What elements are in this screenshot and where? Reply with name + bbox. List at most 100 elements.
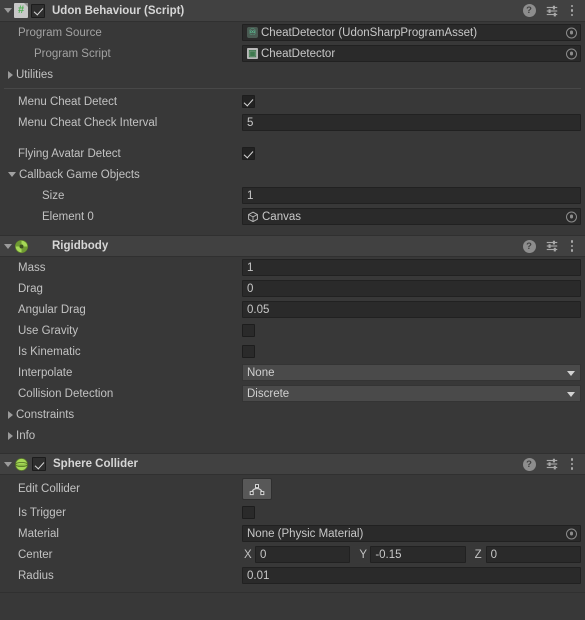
component-context-menu-icon[interactable] <box>568 240 577 252</box>
property-label-collision-detection: Collision Detection <box>18 387 114 400</box>
text-field-mass[interactable]: 1 <box>242 259 581 276</box>
component-header-udon-behaviour[interactable]: # Udon Behaviour (Script) ? <box>0 0 585 22</box>
object-field-value-program-source: CheatDetector (UdonSharpProgramAsset) <box>261 26 478 39</box>
text-field-center-z[interactable]: 0 <box>485 546 581 563</box>
preset-settings-icon[interactable] <box>545 239 559 253</box>
object-picker-icon-material[interactable] <box>566 528 577 539</box>
foldout-label-constraints: Constraints <box>16 408 75 421</box>
property-label-angular-drag: Angular Drag <box>18 303 86 316</box>
foldout-arrow-utilities[interactable] <box>8 70 13 79</box>
property-label-center: Center <box>18 548 53 561</box>
property-row-interpolate: Interpolate None <box>0 362 585 383</box>
text-field-size[interactable]: 1 <box>242 187 581 204</box>
property-label-menu-cheat-detect: Menu Cheat Detect <box>18 95 118 108</box>
checkbox-use-gravity[interactable] <box>242 324 255 337</box>
property-label-edit-collider: Edit Collider <box>18 482 80 495</box>
help-icon[interactable]: ? <box>522 239 536 253</box>
object-field-value-material: None (Physic Material) <box>247 527 364 540</box>
property-label-menu-cheat-check-interval: Menu Cheat Check Interval <box>18 116 158 129</box>
foldout-arrow-info[interactable] <box>8 431 13 440</box>
dropdown-value-interpolate: None <box>247 366 275 379</box>
preset-settings-icon[interactable] <box>545 4 559 18</box>
property-row-element-0: Element 0 Canvas <box>0 206 585 227</box>
checkbox-menu-cheat-detect[interactable] <box>242 95 255 108</box>
axis-label-z: Z <box>474 548 482 561</box>
dropdown-interpolate[interactable]: None <box>242 364 581 381</box>
edit-collider-button[interactable] <box>242 477 272 500</box>
property-label-material: Material <box>18 527 59 540</box>
text-field-center-y[interactable]: -0.15 <box>370 546 466 563</box>
help-icon[interactable]: ? <box>522 4 536 17</box>
property-label-interpolate: Interpolate <box>18 366 73 379</box>
text-field-drag[interactable]: 0 <box>242 280 581 297</box>
foldout-row-utilities[interactable]: Utilities <box>0 64 585 85</box>
enable-checkbox-sphere-collider[interactable] <box>32 457 46 471</box>
object-field-program-source[interactable]: ♾ CheatDetector (UdonSharpProgramAsset) <box>242 24 581 41</box>
property-row-angular-drag: Angular Drag 0.05 <box>0 299 585 320</box>
chevron-down-icon <box>567 391 575 397</box>
property-row-size: Size 1 <box>0 185 585 206</box>
foldout-row-callback-game-objects[interactable]: Callback Game Objects <box>0 164 585 185</box>
bottom-separator <box>0 592 585 593</box>
foldout-row-info[interactable]: Info <box>0 425 585 446</box>
component-header-rigidbody[interactable]: Rigidbody ? <box>0 235 585 257</box>
foldout-utilities[interactable]: Utilities <box>4 69 242 81</box>
foldout-constraints[interactable]: Constraints <box>4 409 242 421</box>
property-row-mass: Mass 1 <box>0 257 585 278</box>
component-body-sphere-collider: Edit Collider Is Trigger Material None (… <box>0 475 585 593</box>
dropdown-value-collision-detection: Discrete <box>247 387 290 400</box>
property-row-menu-cheat-check-interval: Menu Cheat Check Interval 5 <box>0 112 585 133</box>
object-field-program-script[interactable]: ▣ CheatDetector <box>242 45 581 62</box>
component-context-menu-icon[interactable] <box>568 458 577 470</box>
component-context-menu-icon[interactable] <box>568 4 577 17</box>
foldout-arrow-sphere-collider[interactable] <box>4 461 12 467</box>
foldout-arrow-constraints[interactable] <box>8 410 13 419</box>
csharp-script-icon: # <box>14 3 28 18</box>
component-body-udon-behaviour: Program Source ♾ CheatDetector (UdonShar… <box>0 22 585 235</box>
preset-settings-icon[interactable] <box>545 457 559 471</box>
body-bottom-spacer <box>0 446 585 453</box>
object-picker-icon-program-script[interactable] <box>566 48 577 59</box>
unity-inspector-panel: # Udon Behaviour (Script) ? Program Sour… <box>0 0 585 620</box>
property-label-size: Size <box>42 189 65 202</box>
foldout-arrow-rigidbody[interactable] <box>4 243 12 249</box>
script-asset-icon: ▣ <box>247 48 258 59</box>
vector3-axis-y: Y -0.15 <box>357 546 466 563</box>
axis-label-x: X <box>244 548 252 561</box>
property-row-use-gravity: Use Gravity <box>0 320 585 341</box>
object-picker-icon-program-source[interactable] <box>566 27 577 38</box>
object-picker-icon-element-0[interactable] <box>566 211 577 222</box>
checkbox-is-trigger[interactable] <box>242 506 255 519</box>
vector3-axis-x: X 0 <box>242 546 351 563</box>
vector3-axis-z: Z 0 <box>473 546 581 563</box>
property-row-radius: Radius 0.01 <box>0 565 585 586</box>
dropdown-collision-detection[interactable]: Discrete <box>242 385 581 402</box>
property-label-flying-avatar-detect: Flying Avatar Detect <box>18 147 121 160</box>
help-icon[interactable]: ? <box>522 457 536 471</box>
checkbox-is-kinematic[interactable] <box>242 345 255 358</box>
gameobject-cube-icon <box>248 211 258 222</box>
checkbox-flying-avatar-detect[interactable] <box>242 147 255 160</box>
property-row-program-script: Program Script ▣ CheatDetector <box>0 43 585 64</box>
foldout-row-constraints[interactable]: Constraints <box>0 404 585 425</box>
component-header-sphere-collider[interactable]: Sphere Collider ? <box>0 453 585 475</box>
property-label-element-0: Element 0 <box>42 210 94 223</box>
text-field-angular-drag[interactable]: 0.05 <box>242 301 581 318</box>
foldout-callback-game-objects[interactable]: Callback Game Objects <box>4 169 242 181</box>
text-field-menu-cheat-check-interval[interactable]: 5 <box>242 114 581 131</box>
foldout-info[interactable]: Info <box>4 430 242 442</box>
foldout-arrow-udon-behaviour[interactable] <box>4 8 12 13</box>
enable-checkbox-udon-behaviour[interactable] <box>31 3 45 18</box>
foldout-arrow-callback-game-objects[interactable] <box>8 172 16 177</box>
text-field-center-x[interactable]: 0 <box>255 546 351 563</box>
text-field-radius[interactable]: 0.01 <box>242 567 581 584</box>
foldout-label-utilities: Utilities <box>16 68 54 81</box>
property-label-radius: Radius <box>18 569 54 582</box>
object-field-element-0[interactable]: Canvas <box>242 208 581 225</box>
component-title-udon-behaviour: Udon Behaviour (Script) <box>52 4 185 17</box>
object-field-material[interactable]: None (Physic Material) <box>242 525 581 542</box>
property-row-edit-collider: Edit Collider <box>0 475 585 502</box>
object-field-value-program-script: CheatDetector <box>261 47 336 60</box>
vector3-field-center: X 0 Y -0.15 Z 0 <box>242 546 581 563</box>
foldout-label-callback-game-objects: Callback Game Objects <box>19 168 140 181</box>
